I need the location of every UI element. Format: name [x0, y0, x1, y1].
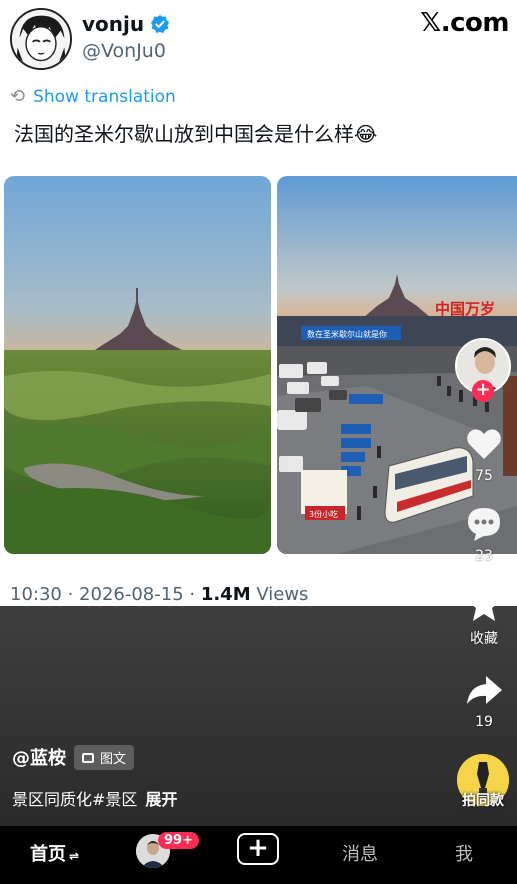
tweet-meta: 10:30 · 2026-08-15 · 1.4M Views [10, 584, 309, 605]
user-handle[interactable]: @VonJu0 [82, 40, 166, 62]
user-avatar[interactable] [10, 8, 72, 70]
comment-button[interactable]: 23 [456, 504, 512, 564]
display-name[interactable]: vonju [82, 12, 170, 36]
anime-avatar-icon [12, 10, 70, 68]
heart-icon [467, 429, 501, 459]
x-logo: 𝕏.com [420, 8, 509, 38]
video-caption: 景区同质化#景区 展开 [12, 790, 178, 809]
show-translation-link[interactable]: ⟲ Show translation [10, 86, 176, 107]
tweet-card: vonju @VonJu0 𝕏.com ⟲ Show translation 法… [0, 0, 517, 612]
swap-icon: ⇌ [69, 849, 80, 863]
photo-mont-saint-michel[interactable] [4, 176, 271, 554]
star-icon [466, 587, 502, 621]
favorite-label: 收藏 [470, 631, 498, 647]
verified-badge-icon [150, 14, 170, 34]
tweet-text: 法国的圣米尔歇山放到中国会是什么样😂 [14, 122, 378, 146]
follow-plus-button[interactable]: + [472, 380, 494, 402]
banner-text: 中国万岁 [435, 300, 495, 318]
comment-count: 23 [475, 548, 493, 564]
share-arrow-icon [467, 676, 502, 704]
sign-text: 数在圣米歇尔山就是你 [307, 329, 387, 339]
like-button[interactable]: 75 [456, 424, 512, 484]
like-count: 75 [475, 468, 493, 484]
stall-text: 3份小吃 [309, 509, 338, 519]
notification-badge: 99+ [158, 832, 199, 849]
nav-home[interactable]: 首页 ⇌ [30, 840, 79, 866]
image-post-icon [82, 752, 94, 763]
translate-icon: ⟲ [10, 86, 26, 107]
same-style-label: 拍同款 [462, 793, 504, 809]
comment-icon [468, 508, 500, 541]
nav-messages[interactable]: 消息 [342, 840, 378, 866]
views-count: 1.4M [200, 584, 251, 605]
expand-caption-button[interactable]: 展开 [145, 790, 177, 809]
favorite-button[interactable]: 收藏 [456, 584, 512, 648]
nav-me[interactable]: 我 [455, 840, 473, 866]
share-button[interactable]: 19 [456, 670, 512, 730]
mont-saint-michel-image [4, 176, 271, 554]
post-type-tag[interactable]: 图文 [74, 745, 135, 770]
video-author[interactable]: @蓝桉 [12, 744, 66, 770]
create-post-button[interactable]: + [237, 833, 279, 865]
share-count: 19 [475, 714, 493, 730]
